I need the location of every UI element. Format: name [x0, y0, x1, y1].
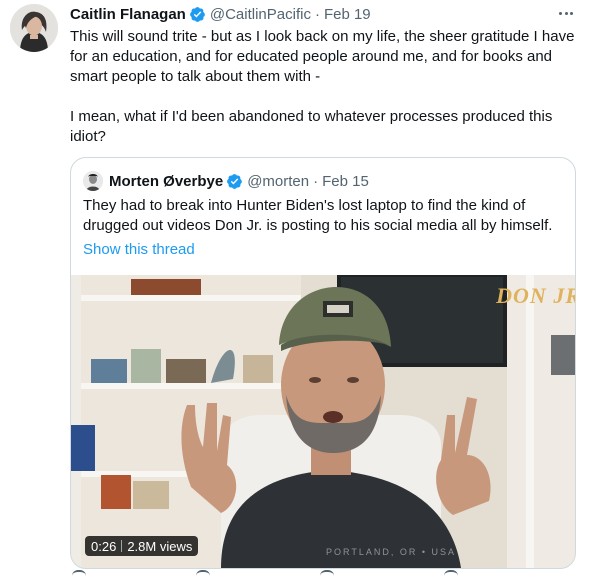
tweet-paragraph-1: This will sound trite - but as I look ba…: [70, 28, 575, 85]
video-player[interactable]: PORTLAND, OR • USA DON JR 0:26 2.8M view…: [71, 275, 575, 568]
quoted-tweet-header: Morten Øverbye @morten · Feb 15: [83, 170, 369, 192]
show-thread-link[interactable]: Show this thread: [83, 240, 195, 260]
author-avatar[interactable]: [10, 4, 58, 52]
tweet-date[interactable]: Feb 19: [324, 6, 371, 23]
reply-icon[interactable]: [72, 570, 86, 576]
retweet-icon[interactable]: [196, 570, 210, 576]
author-handle[interactable]: @CaitlinPacific: [210, 6, 311, 23]
verified-badge-icon: [226, 173, 243, 190]
quoted-tweet[interactable]: Morten Øverbye @morten · Feb 15 They had…: [70, 157, 576, 569]
views-icon[interactable]: [444, 570, 458, 576]
tweet-actions-bar: [70, 570, 570, 576]
tweet-paragraph-2: I mean, what if I'd been abandoned to wh…: [70, 108, 553, 145]
tweet[interactable]: Caitlin Flanagan @CaitlinPacific · Feb 1…: [0, 0, 592, 576]
video-frame: PORTLAND, OR • USA: [71, 275, 575, 568]
quoted-author-name[interactable]: Morten Øverbye: [109, 173, 223, 190]
video-watermark: DON JR: [496, 283, 575, 308]
separator-dot: ·: [313, 172, 319, 190]
quoted-tweet-text: They had to break into Hunter Biden's lo…: [83, 197, 553, 234]
tweet-text: This will sound trite - but as I look ba…: [70, 27, 578, 147]
author-name[interactable]: Caitlin Flanagan: [70, 6, 186, 23]
video-views: 2.8M views: [127, 538, 193, 554]
badge-divider: [121, 540, 123, 552]
tweet-header: Caitlin Flanagan @CaitlinPacific · Feb 1…: [70, 3, 371, 25]
video-stats-badge: 0:26 2.8M views: [85, 536, 199, 556]
video-duration: 0:26: [91, 538, 117, 554]
shirt-text: PORTLAND, OR • USA: [326, 547, 456, 557]
like-icon[interactable]: [320, 570, 334, 576]
quoted-tweet-date: Feb 15: [322, 172, 369, 190]
quoted-author-avatar: [83, 171, 103, 191]
more-options-icon[interactable]: [556, 4, 576, 22]
quoted-author-handle: @morten: [247, 172, 310, 190]
separator-dot: ·: [314, 5, 320, 23]
verified-badge-icon: [189, 6, 206, 23]
